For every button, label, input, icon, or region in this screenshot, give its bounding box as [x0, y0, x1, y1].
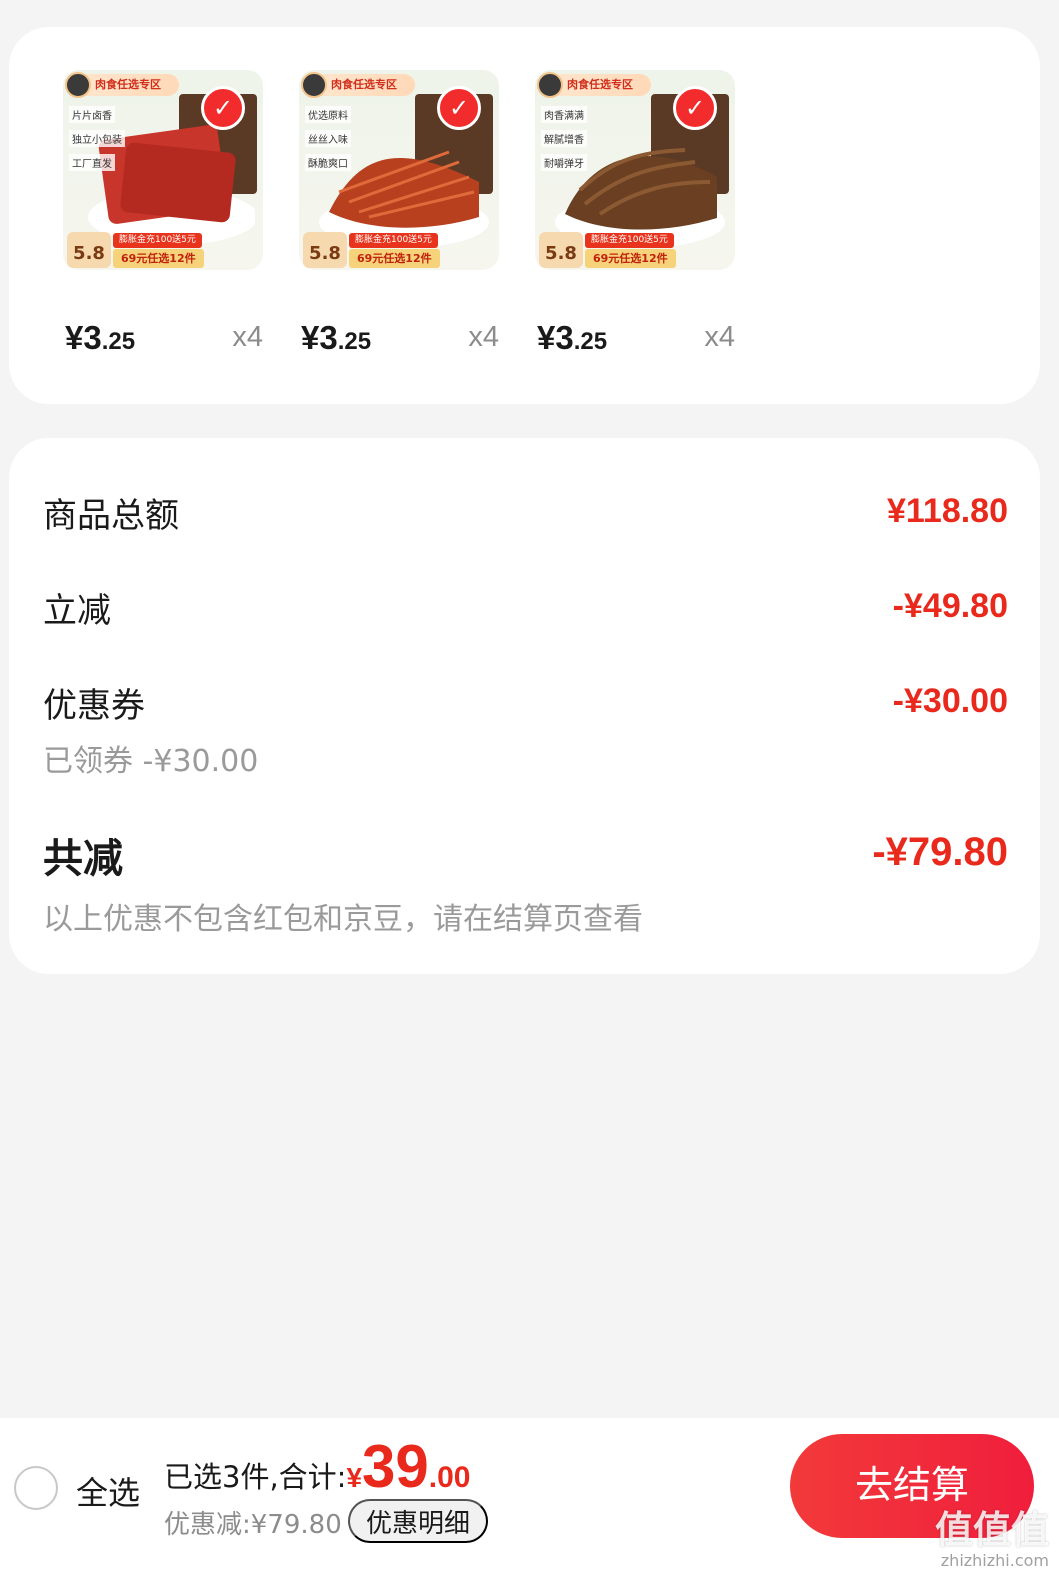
total-integer: 39	[362, 1433, 429, 1500]
coupon-claimed-text: 已领券 -¥30.00	[43, 744, 259, 779]
watermark-site: zhizhizhi.com	[940, 1551, 1049, 1570]
checkout-bar: 全选 已选3件,合计:¥39.00 优惠减:¥79.80 优惠明细 去结算 值值…	[0, 1418, 1059, 1573]
promo-banner-top: 膨胀金充100送5元	[349, 233, 438, 248]
feature-list: 肉香满满 解腻增香 耐嚼弹牙	[541, 106, 587, 178]
checkmark-icon[interactable]: ✓	[201, 86, 245, 130]
watermark-logo: 值值值	[934, 1508, 1049, 1552]
promo-banner-top: 膨胀金充100送5元	[585, 233, 674, 248]
quantity: x4	[704, 321, 735, 353]
price-decimal: .25	[337, 328, 372, 355]
price-integer: ¥3	[301, 319, 338, 356]
promo-banner-bottom: 69元任选12件	[349, 249, 440, 268]
coupon-label: 优惠券	[43, 686, 145, 726]
price-decimal: .25	[101, 328, 136, 355]
order-total: 已选3件,合计:¥39.00	[164, 1432, 471, 1501]
promo-banner-top: 膨胀金充100送5元	[113, 233, 202, 248]
feature-tag: 工厂直发	[69, 154, 115, 171]
price-summary-card: 商品总额 ¥118.80 立减 -¥49.80 优惠券 -¥30.00 已领券 …	[9, 438, 1040, 974]
feature-tag: 肉香满满	[541, 106, 587, 123]
product-thumbnail[interactable]: 肉食任选专区 优选原料 丝丝入味 酥脆爽口 ✓ 5.8 膨胀金充100送5元 6…	[299, 70, 499, 270]
quantity: x4	[232, 321, 263, 353]
total-cut-row: 共减 -¥79.80	[43, 826, 1008, 882]
feature-tag: 酥脆爽口	[305, 154, 351, 171]
coupon-row[interactable]: 优惠券 -¥30.00	[43, 678, 1008, 728]
brand-logo	[301, 72, 327, 98]
reference-price: 5.8	[303, 232, 347, 268]
unit-price: ¥3.25	[537, 319, 607, 357]
select-all-radio[interactable]	[14, 1466, 58, 1510]
feature-list: 片片卤香 独立小包装 工厂直发	[69, 106, 125, 178]
instant-cut-value: -¥49.80	[892, 587, 1008, 625]
feature-tag: 丝丝入味	[305, 130, 351, 147]
product-thumbnail[interactable]: 肉食任选专区 肉香满满 解腻增香 耐嚼弹牙 ✓ 5.8 膨胀金充100送5元 6…	[535, 70, 735, 270]
brand-logo	[65, 72, 91, 98]
reference-price: 5.8	[539, 232, 583, 268]
feature-tag: 片片卤香	[69, 106, 115, 123]
price-integer: ¥3	[537, 319, 574, 356]
total-cut-value: -¥79.80	[872, 830, 1008, 874]
unit-price: ¥3.25	[301, 319, 371, 357]
price-integer: ¥3	[65, 319, 102, 356]
total-currency: ¥	[346, 1462, 363, 1493]
checkmark-icon[interactable]: ✓	[437, 86, 481, 130]
coupon-value: -¥30.00	[892, 682, 1008, 720]
price-row: ¥3.25 x4	[299, 319, 499, 359]
selected-count-text: 已选3件,合计:	[164, 1460, 347, 1494]
select-all-label[interactable]: 全选	[76, 1468, 140, 1514]
feature-tag: 优选原料	[305, 106, 351, 123]
total-cut-label: 共减	[43, 836, 123, 882]
price-row: ¥3.25 x4	[63, 319, 263, 359]
promo-banner-bottom: 69元任选12件	[113, 249, 204, 268]
discount-amount: 优惠减:¥79.80	[164, 1510, 342, 1540]
checkmark-icon[interactable]: ✓	[673, 86, 717, 130]
discount-detail-button[interactable]: 优惠明细	[348, 1499, 488, 1543]
price-decimal: .25	[573, 328, 608, 355]
feature-tag: 耐嚼弹牙	[541, 154, 587, 171]
product-item[interactable]: 肉食任选专区 肉香满满 解腻增香 耐嚼弹牙 ✓ 5.8 膨胀金充100送5元 6…	[535, 27, 735, 404]
goods-total-value: ¥118.80	[886, 492, 1008, 530]
total-decimal: .00	[428, 1461, 471, 1494]
product-item[interactable]: 肉食任选专区 片片卤香 独立小包装 工厂直发 ✓ 5.8 膨胀金充100送5元 …	[63, 27, 263, 404]
promo-banner-bottom: 69元任选12件	[585, 249, 676, 268]
instant-cut-label: 立减	[43, 591, 111, 631]
goods-total-label: 商品总额	[43, 496, 179, 536]
selected-products-card: 肉食任选专区 片片卤香 独立小包装 工厂直发 ✓ 5.8 膨胀金充100送5元 …	[9, 27, 1040, 404]
price-row: ¥3.25 x4	[535, 319, 735, 359]
reference-price: 5.8	[67, 232, 111, 268]
discount-note: 以上优惠不包含红包和京豆，请在结算页查看	[43, 902, 643, 937]
goods-total-row: 商品总额 ¥118.80	[43, 488, 1008, 538]
feature-list: 优选原料 丝丝入味 酥脆爽口	[305, 106, 351, 178]
brand-logo	[537, 72, 563, 98]
feature-tag: 解腻增香	[541, 130, 587, 147]
product-item[interactable]: 肉食任选专区 优选原料 丝丝入味 酥脆爽口 ✓ 5.8 膨胀金充100送5元 6…	[299, 27, 499, 404]
product-thumbnail[interactable]: 肉食任选专区 片片卤香 独立小包装 工厂直发 ✓ 5.8 膨胀金充100送5元 …	[63, 70, 263, 270]
unit-price: ¥3.25	[65, 319, 135, 357]
instant-cut-row: 立减 -¥49.80	[43, 583, 1008, 633]
watermark: 值值值 zhizhizhi.com	[935, 1511, 1049, 1569]
quantity: x4	[468, 321, 499, 353]
feature-tag: 独立小包装	[69, 130, 125, 147]
